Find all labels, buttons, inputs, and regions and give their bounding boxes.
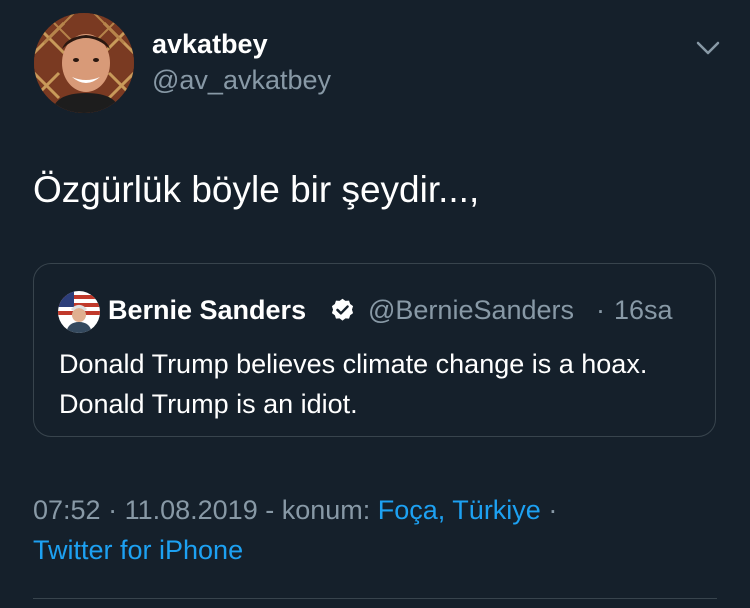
- tweet-time: 07:52: [33, 495, 101, 525]
- author-avatar[interactable]: [34, 13, 134, 113]
- meta-separator: ·: [100, 495, 125, 525]
- quoted-author-name: Bernie Sanders: [108, 295, 307, 325]
- source-link[interactable]: Twitter for iPhone: [33, 535, 243, 565]
- location-prefix: - konum:: [257, 495, 378, 525]
- author-display-name[interactable]: avkatbey: [152, 28, 268, 60]
- tweet-metadata: 07:52 · 11.08.2019 - konum: Foça, Türkiy…: [33, 492, 557, 528]
- location-link[interactable]: Foça, Türkiye: [378, 495, 541, 525]
- tweet-text: Özgürlük böyle bir şeydir...,: [33, 169, 480, 210]
- divider: [33, 598, 717, 599]
- tweet-source-line: Twitter for iPhone: [33, 532, 243, 568]
- meta-separator-2: ·: [540, 495, 558, 525]
- author-handle[interactable]: @av_avkatbey: [152, 64, 331, 96]
- quoted-timestamp: 16sa: [614, 295, 673, 325]
- quoted-author-handle: @BernieSanders: [368, 295, 575, 325]
- chevron-down-icon[interactable]: [694, 34, 722, 62]
- quoted-separator: ·: [596, 295, 605, 325]
- tweet-date: 11.08.2019: [124, 495, 258, 525]
- quoted-author-avatar: [58, 291, 100, 333]
- quoted-tweet-text: Donald Trump believes climate change is …: [59, 349, 648, 419]
- quoted-tweet-card[interactable]: Bernie Sanders @BernieSanders · 16sa Don…: [33, 263, 716, 437]
- verified-badge-icon: [329, 297, 356, 324]
